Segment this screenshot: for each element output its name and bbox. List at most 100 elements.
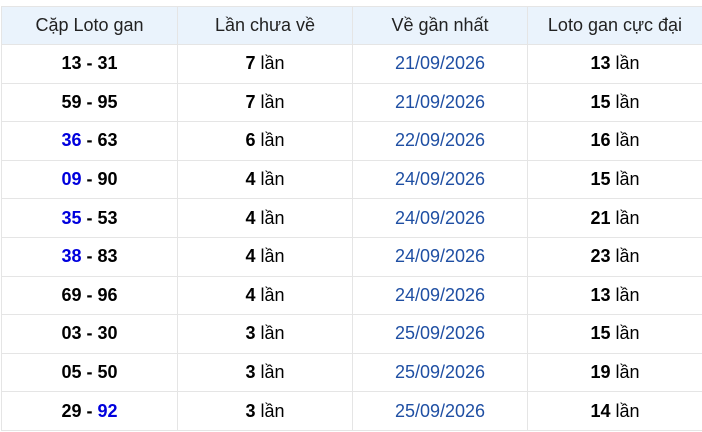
max-gan-value: 19 [590, 362, 611, 383]
pair-first-number: 59 [61, 91, 82, 112]
missed-count-cell: 4 lần [177, 159, 353, 200]
pair-cell: 36 - 63 [1, 121, 178, 161]
max-gan-cell: 15 lần [527, 82, 702, 123]
table-row: 69 - 96 4 lần 24/09/2026 13 lần [1, 275, 702, 316]
missed-count-cell: 7 lần [177, 82, 353, 123]
last-seen-cell: 24/09/2026 [352, 275, 528, 316]
pair-second-number: 96 [97, 284, 118, 305]
header-missed-count: Lần chưa về [177, 6, 353, 45]
missed-count-unit: lần [260, 284, 285, 305]
missed-count-unit: lần [260, 246, 285, 267]
pair-first-number: 13 [61, 53, 82, 74]
pair-separator: - [81, 91, 98, 112]
last-seen-date: 21/09/2026 [394, 53, 486, 74]
header-row: Cặp Loto gan Lần chưa về Về gần nhất Lot… [1, 6, 702, 45]
pair-cell: 03 - 30 [1, 314, 178, 354]
missed-count-cell: 4 lần [177, 275, 353, 316]
max-gan-value: 15 [590, 91, 611, 112]
missed-count-unit: lần [260, 207, 285, 228]
pair-first-number: 29 [61, 400, 82, 421]
max-gan-value: 14 [590, 400, 611, 421]
max-gan-unit: lần [615, 169, 640, 190]
max-gan-value: 13 [590, 284, 611, 305]
missed-count-value: 4 [245, 207, 256, 228]
pair-separator: - [81, 323, 98, 344]
max-gan-unit: lần [615, 53, 640, 74]
last-seen-date: 24/09/2026 [394, 284, 486, 305]
pair-separator: - [81, 284, 98, 305]
pair-second-number: 95 [97, 91, 118, 112]
pair-cell: 09 - 90 [1, 159, 178, 200]
last-seen-cell: 24/09/2026 [352, 236, 528, 277]
pair-cell: 38 - 83 [1, 236, 178, 277]
table-row: 29 - 92 3 lần 25/09/2026 14 lần [1, 391, 702, 431]
max-gan-value: 21 [590, 207, 611, 228]
pair-cell: 13 - 31 [1, 44, 178, 84]
missed-count-value: 4 [245, 169, 256, 190]
missed-count-value: 6 [245, 130, 256, 151]
missed-count-unit: lần [260, 169, 285, 190]
pair-separator: - [81, 130, 98, 151]
missed-count-cell: 6 lần [177, 121, 353, 161]
loto-gan-panel: Cặp Loto gan Lần chưa về Về gần nhất Lot… [0, 0, 702, 432]
last-seen-cell: 25/09/2026 [352, 391, 528, 431]
table-body: 13 - 31 7 lần 21/09/2026 13 lần 59 - 95 … [1, 44, 702, 431]
missed-count-unit: lần [260, 91, 285, 112]
pair-second-number: 90 [97, 169, 118, 190]
last-seen-cell: 21/09/2026 [352, 44, 528, 84]
max-gan-cell: 15 lần [527, 314, 702, 354]
table-row: 59 - 95 7 lần 21/09/2026 15 lần [1, 82, 702, 123]
table-header: Cặp Loto gan Lần chưa về Về gần nhất Lot… [1, 6, 702, 45]
last-seen-date: 24/09/2026 [394, 207, 486, 228]
max-gan-unit: lần [615, 246, 640, 267]
pair-cell: 69 - 96 [1, 275, 178, 316]
loto-gan-table: Cặp Loto gan Lần chưa về Về gần nhất Lot… [1, 6, 702, 431]
missed-count-value: 4 [245, 246, 256, 267]
last-seen-date: 22/09/2026 [394, 130, 486, 151]
last-seen-date: 25/09/2026 [394, 362, 486, 383]
missed-count-cell: 4 lần [177, 198, 353, 238]
pair-separator: - [81, 246, 98, 267]
max-gan-cell: 21 lần [527, 198, 702, 238]
header-last-seen: Về gần nhất [352, 6, 528, 45]
max-gan-value: 15 [590, 323, 611, 344]
pair-cell: 35 - 53 [1, 198, 178, 238]
missed-count-value: 4 [245, 284, 256, 305]
pair-separator: - [81, 169, 98, 190]
missed-count-unit: lần [260, 53, 285, 74]
pair-first-number: 69 [61, 284, 82, 305]
missed-count-cell: 3 lần [177, 352, 353, 393]
missed-count-value: 7 [245, 91, 256, 112]
max-gan-value: 15 [590, 169, 611, 190]
last-seen-date: 25/09/2026 [394, 323, 486, 344]
pair-cell: 05 - 50 [1, 352, 178, 393]
pair-second-number: 50 [97, 362, 118, 383]
table-row: 35 - 53 4 lần 24/09/2026 21 lần [1, 198, 702, 238]
max-gan-cell: 16 lần [527, 121, 702, 161]
missed-count-cell: 7 lần [177, 44, 353, 84]
pair-separator: - [81, 400, 98, 421]
max-gan-cell: 19 lần [527, 352, 702, 393]
last-seen-cell: 21/09/2026 [352, 82, 528, 123]
last-seen-cell: 24/09/2026 [352, 159, 528, 200]
pair-first-number: 36 [61, 130, 82, 151]
missed-count-value: 3 [245, 362, 256, 383]
max-gan-cell: 15 lần [527, 159, 702, 200]
max-gan-cell: 13 lần [527, 44, 702, 84]
missed-count-unit: lần [260, 323, 285, 344]
missed-count-unit: lần [260, 130, 285, 151]
pair-second-number: 92 [97, 400, 118, 421]
missed-count-unit: lần [260, 362, 285, 383]
last-seen-cell: 25/09/2026 [352, 352, 528, 393]
pair-separator: - [81, 207, 98, 228]
table-row: 05 - 50 3 lần 25/09/2026 19 lần [1, 352, 702, 393]
max-gan-cell: 23 lần [527, 236, 702, 277]
pair-second-number: 31 [97, 53, 118, 74]
missed-count-cell: 3 lần [177, 391, 353, 431]
max-gan-unit: lần [615, 284, 640, 305]
header-max-gan: Loto gan cực đại [527, 6, 702, 45]
pair-second-number: 30 [97, 323, 118, 344]
pair-second-number: 63 [97, 130, 118, 151]
table-row: 38 - 83 4 lần 24/09/2026 23 lần [1, 236, 702, 277]
missed-count-cell: 4 lần [177, 236, 353, 277]
